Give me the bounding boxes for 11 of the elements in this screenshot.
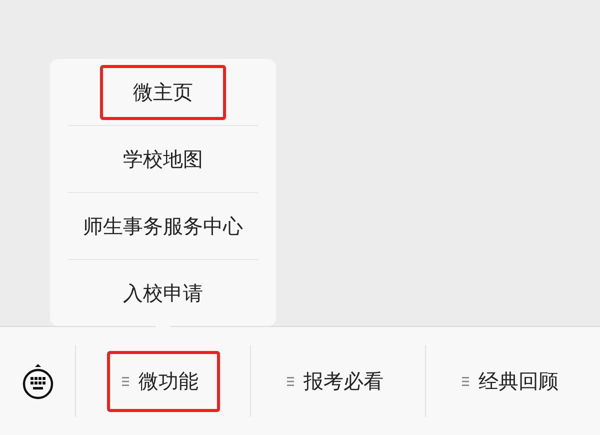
menu-button[interactable]: 微功能	[106, 350, 220, 412]
submenu-item[interactable]: 入校申请	[90, 266, 236, 320]
menu-button[interactable]: 经典回顾	[446, 350, 580, 412]
menu-icon	[286, 376, 294, 386]
menu-icon	[122, 376, 128, 386]
menu-button[interactable]: 报考必看	[272, 350, 404, 412]
keyboard-icon[interactable]	[22, 362, 54, 400]
submenu-item[interactable]: 师生事务服务中心	[50, 198, 276, 254]
submenu-item[interactable]: 学校地图	[90, 132, 236, 186]
menu-icon	[462, 376, 468, 386]
submenu-item[interactable]: 微主页	[100, 64, 226, 120]
